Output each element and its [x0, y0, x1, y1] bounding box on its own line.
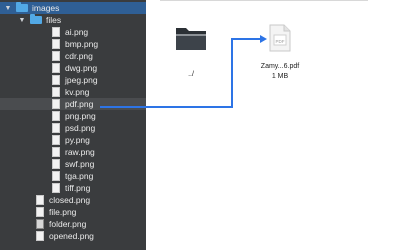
tree-file-label: opened.png	[49, 231, 94, 241]
tree-file-label: psd.png	[65, 123, 96, 133]
tree-file-item[interactable]: raw.png	[0, 146, 146, 158]
tree-file-item[interactable]: swf.png	[0, 158, 146, 170]
tree-file-label: kv.png	[65, 87, 90, 97]
tree-file-label: cdr.png	[65, 51, 93, 61]
tree-file-label: dwg.png	[65, 63, 98, 73]
tree-file-label: bmp.png	[65, 39, 99, 49]
tree-file-label: py.png	[65, 135, 90, 145]
tree-file-label: swf.png	[65, 159, 95, 169]
file-icon	[36, 219, 44, 229]
tree-file-label: jpeg.png	[65, 75, 98, 85]
file-icon	[52, 99, 60, 109]
tree-file-item-selected[interactable]: pdf.png	[0, 98, 146, 110]
file-icon	[52, 63, 60, 73]
tree-file-item[interactable]: kv.png	[0, 86, 146, 98]
file-icon	[52, 39, 60, 49]
tree-file-label: png.png	[65, 111, 96, 121]
tree-file-label: raw.png	[65, 147, 95, 157]
file-icon	[52, 111, 60, 121]
folder-icon	[30, 14, 42, 24]
tree-file-label: tga.png	[65, 171, 94, 181]
file-icon	[52, 159, 60, 169]
tree-file-item[interactable]: tiff.png	[0, 182, 146, 194]
tree-file-item[interactable]: dwg.png	[0, 62, 146, 74]
tree-file-label: file.png	[49, 207, 77, 217]
file-tree-sidebar: ▼ images ▼ files ai.png bmp.png cdr.png …	[0, 0, 146, 250]
pdf-file-icon: PDF	[269, 24, 291, 52]
tree-file-item[interactable]: folder.png	[0, 218, 146, 230]
tree-file-item[interactable]: ai.png	[0, 26, 146, 38]
tree-file-item[interactable]: file.png	[0, 206, 146, 218]
file-icon	[52, 147, 60, 157]
tree-file-item[interactable]: png.png	[0, 110, 146, 122]
tree-file-item[interactable]: closed.png	[0, 194, 146, 206]
pdf-file-name: Zamy...6.pdf	[260, 63, 300, 70]
top-divider	[160, 0, 368, 1]
file-icon	[36, 231, 44, 241]
parent-folder-item[interactable]: ../	[168, 16, 214, 84]
file-icon	[52, 123, 60, 133]
tree-file-item[interactable]: opened.png	[0, 230, 146, 242]
pdf-file-size: 1 MB	[271, 73, 289, 80]
pdf-file-item[interactable]: PDF Zamy...6.pdf 1 MB	[244, 16, 316, 92]
tree-file-item[interactable]: jpeg.png	[0, 74, 146, 86]
file-icon	[52, 75, 60, 85]
disclosure-arrow-icon[interactable]: ▼	[4, 5, 12, 12]
tree-file-item[interactable]: py.png	[0, 134, 146, 146]
tree-file-item[interactable]: bmp.png	[0, 38, 146, 50]
tree-file-label: tiff.png	[65, 183, 91, 193]
folder-icon	[16, 2, 28, 12]
file-icon	[52, 87, 60, 97]
tree-file-label: pdf.png	[65, 99, 94, 109]
tree-file-item[interactable]: cdr.png	[0, 50, 146, 62]
file-icon	[52, 135, 60, 145]
tree-folder-files[interactable]: ▼ files	[0, 14, 146, 26]
tree-folder-label: files	[46, 15, 62, 25]
tree-file-label: folder.png	[49, 219, 87, 229]
tree-file-item[interactable]: tga.png	[0, 170, 146, 182]
file-icon	[52, 27, 60, 37]
pdf-badge-label: PDF	[276, 39, 285, 44]
file-icon	[52, 171, 60, 181]
tree-file-label: ai.png	[65, 27, 89, 37]
file-icon	[52, 51, 60, 61]
tree-folder-images[interactable]: ▼ images	[0, 2, 146, 14]
file-icon	[36, 207, 44, 217]
file-icon	[52, 183, 60, 193]
tree-file-item[interactable]: psd.png	[0, 122, 146, 134]
file-icon	[36, 195, 44, 205]
disclosure-arrow-icon[interactable]: ▼	[18, 17, 26, 24]
parent-folder-label: ../	[188, 71, 194, 78]
tree-folder-label: images	[32, 3, 60, 13]
tree-file-label: closed.png	[49, 195, 91, 205]
open-folder-icon	[176, 28, 206, 50]
